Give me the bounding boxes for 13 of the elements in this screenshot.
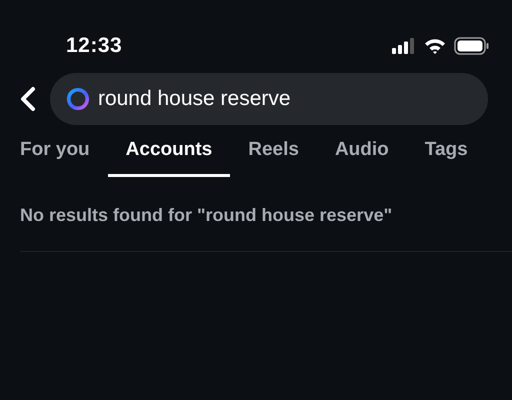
tab[interactable]: Audio [316, 136, 407, 176]
search-field[interactable]: round house reserve [50, 73, 488, 125]
battery-icon [454, 37, 490, 55]
ring-icon [66, 86, 90, 112]
tab[interactable]: For you [2, 136, 108, 176]
status-time: 12:33 [66, 33, 122, 60]
signal-icon [392, 38, 416, 54]
tab[interactable]: Accounts [108, 136, 230, 176]
no-results-message: No results found for "round house reserve" [20, 204, 394, 226]
tab[interactable]: Tags [406, 136, 486, 176]
search-input[interactable]: round house reserve [98, 83, 472, 115]
tab[interactable]: Reels [230, 136, 317, 176]
wifi-icon [424, 38, 446, 54]
